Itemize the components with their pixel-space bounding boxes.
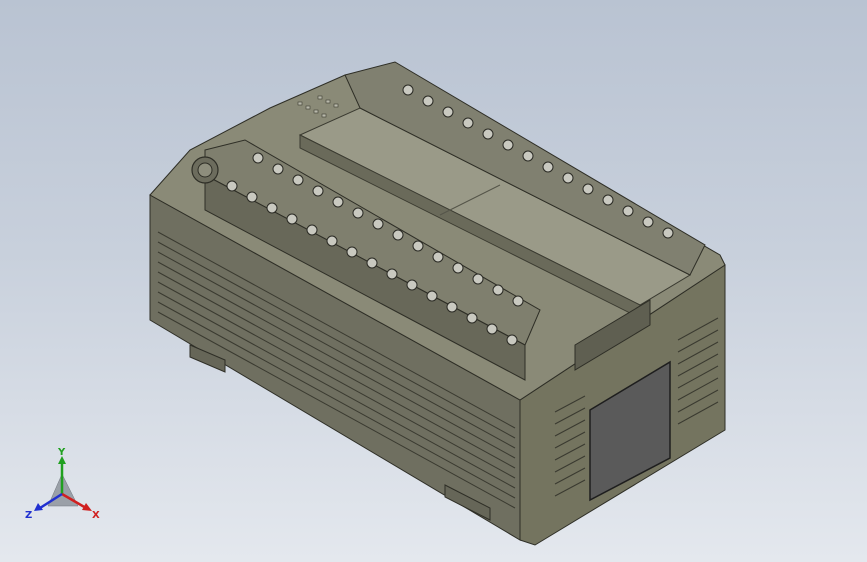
plc-round-port-inner xyxy=(197,162,213,178)
triad-x-label: X xyxy=(92,510,100,521)
axis-triad: Y X Z xyxy=(25,447,100,521)
cad-viewport[interactable]: Y X Z xyxy=(0,0,867,562)
triad-y-label: Y xyxy=(57,447,66,458)
triad-z-label: Z xyxy=(25,510,32,521)
plc-3d-model[interactable] xyxy=(0,0,867,562)
